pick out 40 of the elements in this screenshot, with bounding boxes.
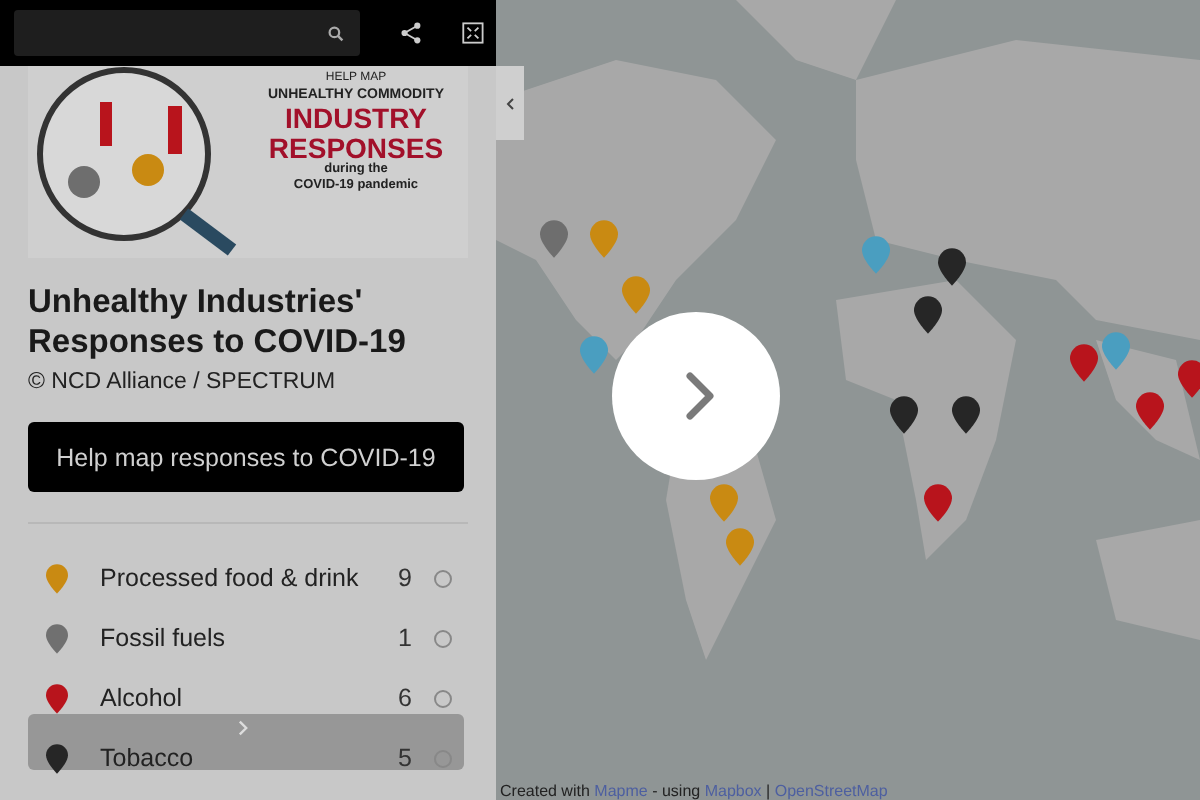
- map-pin-icon[interactable]: [952, 396, 980, 434]
- attribution-text: |: [766, 782, 771, 800]
- category-count: 5: [398, 744, 412, 772]
- chevron-left-icon: [506, 97, 514, 109]
- help-map-button[interactable]: Help map responses to COVID-19: [28, 422, 464, 492]
- fullscreen-icon[interactable]: [462, 22, 484, 44]
- world-map[interactable]: Created with Mapme - using Mapbox | OpenStreetMap: [496, 0, 1200, 800]
- chevron-right-icon: [237, 720, 247, 736]
- chevron-right-icon: [686, 372, 714, 420]
- map-pin-icon[interactable]: [1178, 360, 1200, 398]
- category-radio[interactable]: [434, 569, 452, 587]
- map-pin-icon[interactable]: [1136, 392, 1164, 430]
- category-radio[interactable]: [434, 689, 452, 707]
- attribution-link[interactable]: OpenStreetMap: [774, 782, 888, 800]
- category-label: Alcohol: [100, 684, 184, 712]
- share-icon[interactable]: [400, 22, 423, 44]
- map-title: Unhealthy Industries' Responses to COVID-19: [28, 282, 408, 362]
- next-bar[interactable]: [28, 714, 464, 770]
- map-pin-icon[interactable]: [924, 484, 952, 522]
- category-count: 6: [398, 684, 412, 712]
- category-label: Fossil fuels: [100, 624, 228, 652]
- attribution-link[interactable]: Mapbox: [704, 782, 762, 800]
- collapse-tab[interactable]: [496, 66, 524, 140]
- banner-headline: RESPONSES: [268, 134, 444, 162]
- map-pin-icon[interactable]: [938, 248, 966, 286]
- attribution-text: - using: [652, 782, 701, 800]
- category-label: Tobacco: [100, 744, 196, 772]
- map-pin-icon[interactable]: [914, 296, 942, 334]
- credit-text: © NCD Alliance / SPECTRUM: [28, 370, 338, 394]
- category-radio[interactable]: [434, 629, 452, 647]
- category-radio[interactable]: [434, 749, 452, 767]
- map-pin-icon[interactable]: [890, 396, 918, 434]
- category-count: 9: [398, 564, 412, 592]
- category-count: 1: [398, 624, 412, 652]
- search-icon[interactable]: [328, 25, 345, 41]
- search-field[interactable]: [14, 10, 361, 56]
- attribution-text: Created with: [500, 782, 590, 800]
- banner-headline: INDUSTRY: [284, 104, 428, 132]
- attribution-link[interactable]: Mapme: [594, 782, 648, 800]
- category-label: Processed food & drink: [100, 564, 361, 592]
